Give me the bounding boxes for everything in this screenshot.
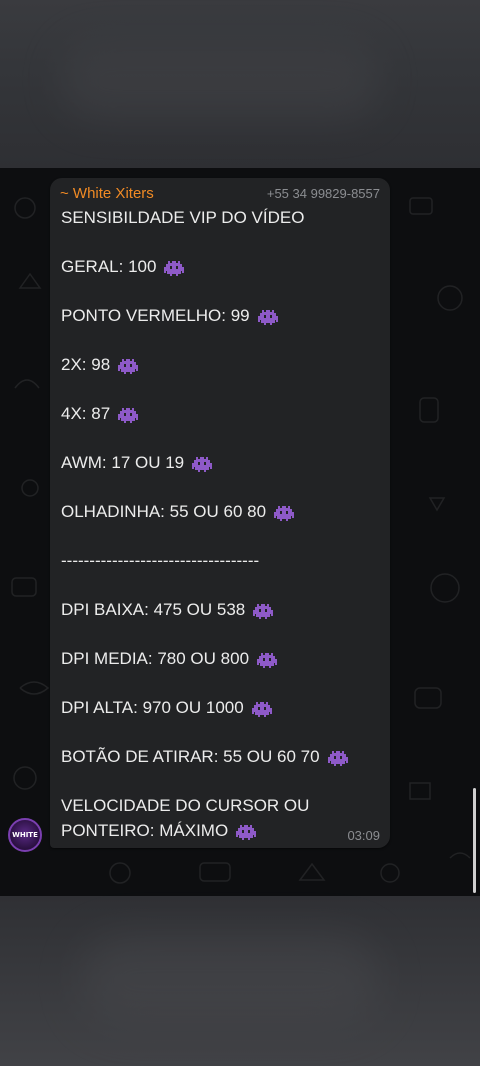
message-bubble[interactable]: ~ White Xiters +55 34 99829-8557 SENSIBI… — [50, 178, 390, 848]
message-line-ponto-vermelho: PONTO VERMELHO: 99 — [61, 306, 278, 326]
alien-monster-icon — [164, 260, 185, 276]
alien-monster-icon — [274, 505, 295, 521]
sender-name[interactable]: ~ White Xiters — [60, 185, 154, 202]
message-line-geral: GERAL: 100 — [61, 257, 185, 277]
sender-phone: +55 34 99829-8557 — [266, 186, 380, 201]
blurred-bottom-region — [0, 896, 480, 1066]
message-line-dpi-alta: DPI ALTA: 970 OU 1000 — [61, 698, 272, 718]
message-line-ponteiro: PONTEIRO: MÁXIMO — [61, 821, 257, 841]
blurred-top-region — [0, 0, 480, 168]
message-line-separator: ----------------------------------- — [61, 551, 260, 570]
message-timestamp: 03:09 — [347, 828, 380, 843]
message-line-awm: AWM: 17 OU 19 — [61, 453, 213, 473]
alien-monster-icon — [118, 358, 139, 374]
alien-monster-icon — [236, 824, 257, 840]
alien-monster-icon — [257, 652, 278, 668]
alien-monster-icon — [257, 309, 278, 325]
chat-area[interactable]: ~ White Xiters +55 34 99829-8557 SENSIBI… — [0, 168, 480, 896]
message-line-2x: 2X: 98 — [61, 355, 139, 375]
scrollbar[interactable] — [473, 788, 476, 893]
alien-monster-icon — [327, 750, 348, 766]
alien-monster-icon — [251, 701, 272, 717]
sender-avatar[interactable]: WHITE — [8, 818, 42, 852]
alien-monster-icon — [192, 456, 213, 472]
message-line-velocidade: VELOCIDADE DO CURSOR OU — [61, 796, 310, 815]
alien-monster-icon — [118, 407, 139, 423]
message-line-olhadinha: OLHADINHA: 55 OU 60 80 — [61, 502, 295, 522]
message-line-title: SENSIBILDADE VIP DO VÍDEO — [61, 208, 305, 227]
message-line-4x: 4X: 87 — [61, 404, 139, 424]
message-header: ~ White Xiters +55 34 99829-8557 — [60, 185, 380, 203]
alien-monster-icon — [253, 603, 274, 619]
message-line-botao-atirar: BOTÃO DE ATIRAR: 55 OU 60 70 — [61, 747, 348, 767]
message-line-dpi-media: DPI MEDIA: 780 OU 800 — [61, 649, 278, 669]
message-line-dpi-baixa: DPI BAIXA: 475 OU 538 — [61, 600, 274, 620]
